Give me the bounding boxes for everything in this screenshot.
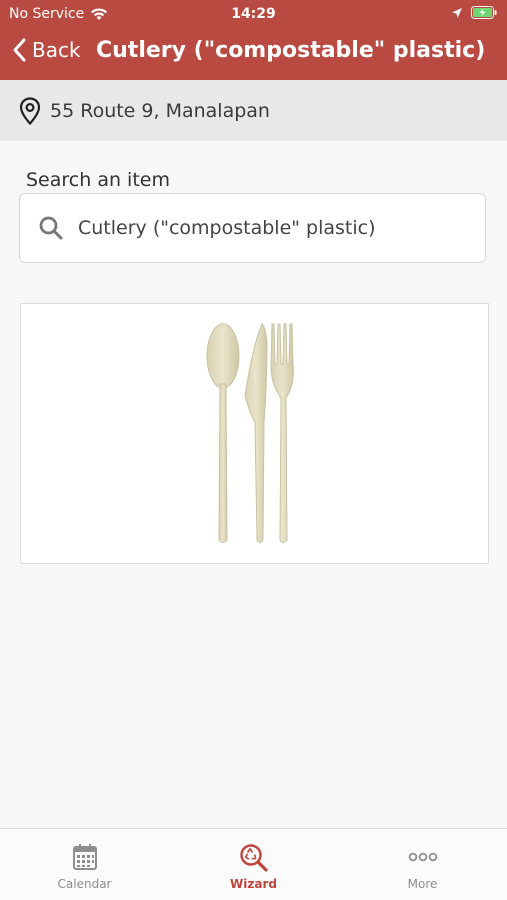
calendar-icon <box>72 844 97 870</box>
location-arrow-icon <box>452 7 462 18</box>
tab-wizard[interactable]: Wizard <box>169 829 338 900</box>
status-bar: No Service 14:29 <box>0 0 507 28</box>
more-dots-icon <box>408 852 437 862</box>
status-time: 14:29 <box>231 6 276 22</box>
tab-bar: Calendar Wizard More <box>0 828 507 900</box>
tab-more[interactable]: More <box>338 829 507 900</box>
status-right <box>451 6 497 19</box>
search-label: Search an item <box>26 169 170 191</box>
search-input[interactable] <box>76 216 460 240</box>
back-button[interactable]: Back <box>12 38 81 62</box>
location-bar[interactable]: 55 Route 9, Manalapan <box>0 80 507 141</box>
search-icon <box>39 216 63 240</box>
page-title: Cutlery ("compostable" plastic) <box>96 38 486 63</box>
cutlery-image <box>206 323 294 543</box>
nav-bar: Back Cutlery ("compostable" plastic) <box>0 30 507 76</box>
tab-calendar[interactable]: Calendar <box>0 829 169 900</box>
tab-more-label: More <box>407 877 438 891</box>
location-address: 55 Route 9, Manalapan <box>50 99 270 122</box>
header: No Service 14:29 Back Cutlery ("composta… <box>0 0 507 80</box>
battery-icon <box>471 6 497 19</box>
tab-calendar-label: Calendar <box>57 877 112 891</box>
search-box[interactable] <box>19 193 486 263</box>
recycle-search-icon <box>239 844 268 872</box>
tab-wizard-label: Wizard <box>230 877 277 891</box>
back-label: Back <box>32 38 81 62</box>
map-pin-icon <box>19 96 41 125</box>
item-image-card <box>20 303 489 564</box>
chevron-left-icon <box>13 38 26 62</box>
